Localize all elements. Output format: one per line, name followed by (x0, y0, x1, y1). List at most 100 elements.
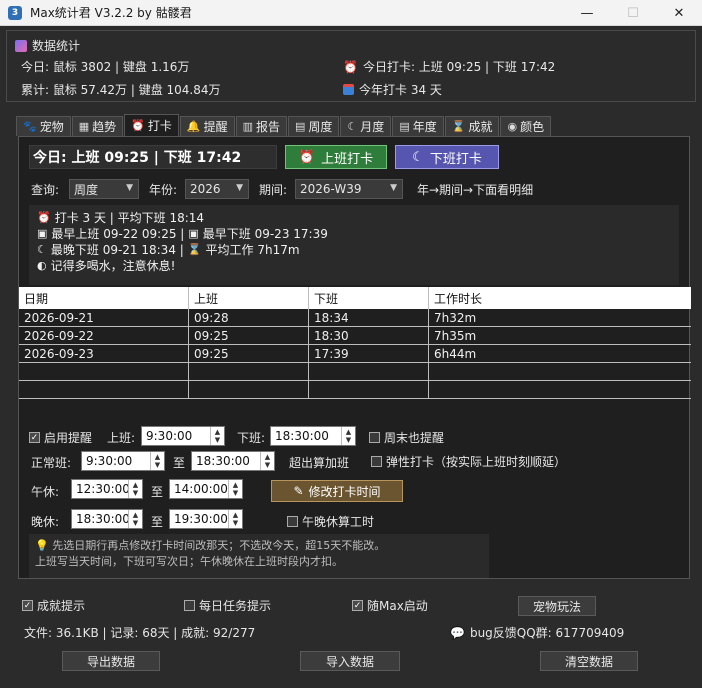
minimize-button[interactable]: — (564, 0, 610, 26)
period-select[interactable]: 2026-W39 ▼ (295, 179, 403, 199)
tab-label: 报告 (255, 120, 280, 134)
today-checkin-text: 今日打卡: 上班 09:25 | 下班 17:42 (362, 60, 556, 74)
tab-monthly[interactable]: ☾ 月度 (340, 116, 392, 136)
on-time-cell: 09:25 (189, 345, 309, 363)
enable-reminder-checkbox[interactable]: ✓ 启用提醒 (29, 429, 92, 446)
normal-end-spinbox[interactable]: 18:30:00 ▲ ▼ (191, 451, 275, 471)
period-label: 期间: (259, 183, 288, 197)
table-header: 日期 上班 下班 工作时长 (19, 287, 691, 309)
checkin-table[interactable]: 日期 上班 下班 工作时长 2026-09-21 09:28 18:34 7h3… (19, 287, 691, 401)
dinner-end-spinbox[interactable]: 19:30:00 ▲ ▼ (169, 509, 243, 529)
spin-arrows-icon[interactable]: ▲ ▼ (128, 510, 142, 528)
lightbulb-icon: 💡 (35, 539, 49, 552)
column-header[interactable]: 工作时长 (429, 287, 691, 309)
off-time-label: 下班: (237, 431, 266, 445)
flex-checkin-checkbox[interactable]: 弹性打卡（按实际上班时刻顺延） (371, 453, 566, 470)
checkbox-unchecked-icon (287, 516, 298, 527)
tab-yearly[interactable]: ▤ 年度 (392, 116, 444, 136)
table-row[interactable] (19, 363, 691, 381)
off-time-spinbox[interactable]: 18:30:00 ▲ ▼ (270, 426, 356, 446)
tab-reminder[interactable]: 🔔 提醒 (179, 116, 235, 136)
qq-group-info: 💬 bug反馈QQ群: 617709409 (450, 624, 624, 641)
pet-play-button[interactable]: 宠物玩法 (518, 596, 596, 616)
today-checkin-stats: ⏰ 今日打卡: 上班 09:25 | 下班 17:42 (343, 58, 555, 75)
count-breaks-label: 午晚休算工时 (302, 515, 375, 529)
weekend-reminder-checkbox[interactable]: 周末也提醒 (369, 429, 444, 446)
column-header[interactable]: 上班 (189, 287, 309, 309)
tab-trend[interactable]: ▦ 趋势 (71, 116, 124, 136)
on-time-label: 上班: (107, 431, 136, 445)
lunch-start-value: 12:30:00 (76, 482, 130, 496)
edit-checkin-time-button[interactable]: ✎ 修改打卡时间 (271, 480, 403, 502)
daily-task-tip-checkbox[interactable]: 每日任务提示 (184, 597, 271, 614)
count-breaks-checkbox[interactable]: 午晚休算工时 (287, 513, 374, 530)
on-time-cell: 09:28 (189, 309, 309, 327)
close-button[interactable]: ✕ (656, 0, 702, 26)
summary-line: ▣ 最早上班 09-22 09:25 | ▣ 最早下班 09-23 17:39 (37, 225, 328, 242)
year-select[interactable]: 2026 ▼ (185, 179, 249, 199)
normal-start-spinbox[interactable]: 9:30:00 ▲ ▼ (81, 451, 165, 471)
lunch-start-spinbox[interactable]: 12:30:00 ▲ ▼ (71, 479, 143, 499)
column-header[interactable]: 日期 (19, 287, 189, 309)
hint-text: 先选日期行再点修改打卡时间改那天；不选改今天，超15天不能改。 (52, 539, 386, 552)
spin-arrows-icon[interactable]: ▲ ▼ (260, 452, 274, 470)
tab-pet[interactable]: 🐾 宠物 (16, 116, 71, 136)
table-row[interactable]: 2026-09-21 09:28 18:34 7h32m (19, 309, 691, 327)
spin-arrows-icon[interactable]: ▲ ▼ (128, 480, 142, 498)
spin-arrows-icon[interactable]: ▲ ▼ (341, 427, 355, 445)
column-header[interactable]: 下班 (309, 287, 429, 309)
on-time-spinbox[interactable]: 9:30:00 ▲ ▼ (141, 426, 225, 446)
lunch-end-spinbox[interactable]: 14:00:00 ▲ ▼ (169, 479, 243, 499)
pencil-icon: ✎ (293, 484, 304, 498)
spin-arrows-icon[interactable]: ▲ ▼ (228, 510, 242, 528)
moon-icon: ☾ (347, 120, 358, 133)
date-cell: 2026-09-21 (19, 309, 189, 327)
tab-checkin[interactable]: ⏰ 打卡 (124, 114, 179, 136)
query-label: 查询: (31, 183, 60, 197)
export-data-button[interactable]: 导出数据 (62, 651, 160, 671)
dinner-start-spinbox[interactable]: 18:30:00 ▲ ▼ (71, 509, 143, 529)
table-row[interactable]: 2026-09-22 09:25 18:30 7h35m (19, 327, 691, 345)
tab-color[interactable]: ◉ 颜色 (500, 116, 552, 136)
duration-cell: 7h35m (434, 329, 477, 343)
chart-icon: ▦ (78, 120, 90, 133)
table-row[interactable] (19, 381, 691, 399)
check-in-button[interactable]: ⏰ 上班打卡 (285, 145, 387, 169)
year-checkin-stats: 今年打卡 34 天 (343, 81, 442, 98)
stats-header-label: 数据统计 (32, 39, 81, 53)
checkbox-unchecked-icon (184, 600, 195, 611)
spin-arrows-icon[interactable]: ▲ ▼ (210, 427, 224, 445)
today-checkin-display: 今日: 上班 09:25 | 下班 17:42 (29, 145, 277, 169)
dinner-start-value: 18:30:00 (76, 512, 130, 526)
year-label: 年份: (149, 183, 178, 197)
tab-weekly[interactable]: ▤ 周度 (288, 116, 340, 136)
edit-checkin-time-label: 修改打卡时间 (308, 484, 381, 499)
table-row[interactable]: 2026-09-23 09:25 17:39 6h44m (19, 345, 691, 363)
checkbox-checked-icon: ✓ (29, 432, 40, 443)
tab-label: 月度 (360, 120, 385, 134)
tab-report[interactable]: ▥ 报告 (235, 116, 287, 136)
enable-reminder-label: 启用提醒 (44, 431, 93, 445)
tab-achievement[interactable]: ⌛ 成就 (444, 116, 500, 136)
to-label: 至 (173, 456, 186, 470)
achievement-tip-checkbox[interactable]: ✓ 成就提示 (22, 597, 85, 614)
import-data-button[interactable]: 导入数据 (300, 651, 400, 671)
spin-arrows-icon[interactable]: ▲ ▼ (228, 480, 242, 498)
check-out-button[interactable]: ☾ 下班打卡 (395, 145, 499, 169)
off-time-cell (309, 381, 429, 399)
date-cell: 2026-09-22 (19, 327, 189, 345)
query-select[interactable]: 周度 ▼ (69, 179, 139, 199)
flex-checkin-label: 弹性打卡（按实际上班时刻顺延） (386, 455, 567, 469)
stats-chart-icon (15, 39, 27, 52)
autostart-checkbox[interactable]: ✓ 随Max启动 (352, 597, 428, 614)
summary-line: ☾ 最晚下班 09-21 18:34 | ⌛ 平均工作 7h17m (37, 241, 300, 258)
calendar-icon: ▤ (399, 120, 410, 133)
spin-arrows-icon[interactable]: ▲ ▼ (150, 452, 164, 470)
on-time-cell (189, 381, 309, 399)
summary-line: ⏰ 打卡 3 天 | 平均下班 18:14 (37, 209, 204, 226)
checkbox-checked-icon: ✓ (352, 600, 363, 611)
year-checkin-text: 今年打卡 34 天 (359, 83, 442, 97)
title-bar: 3 Max统计君 V3.2.2 by 骷髅君 — ☐ ✕ (0, 0, 702, 26)
tab-label: 颜色 (520, 120, 545, 134)
clear-data-button[interactable]: 清空数据 (540, 651, 638, 671)
